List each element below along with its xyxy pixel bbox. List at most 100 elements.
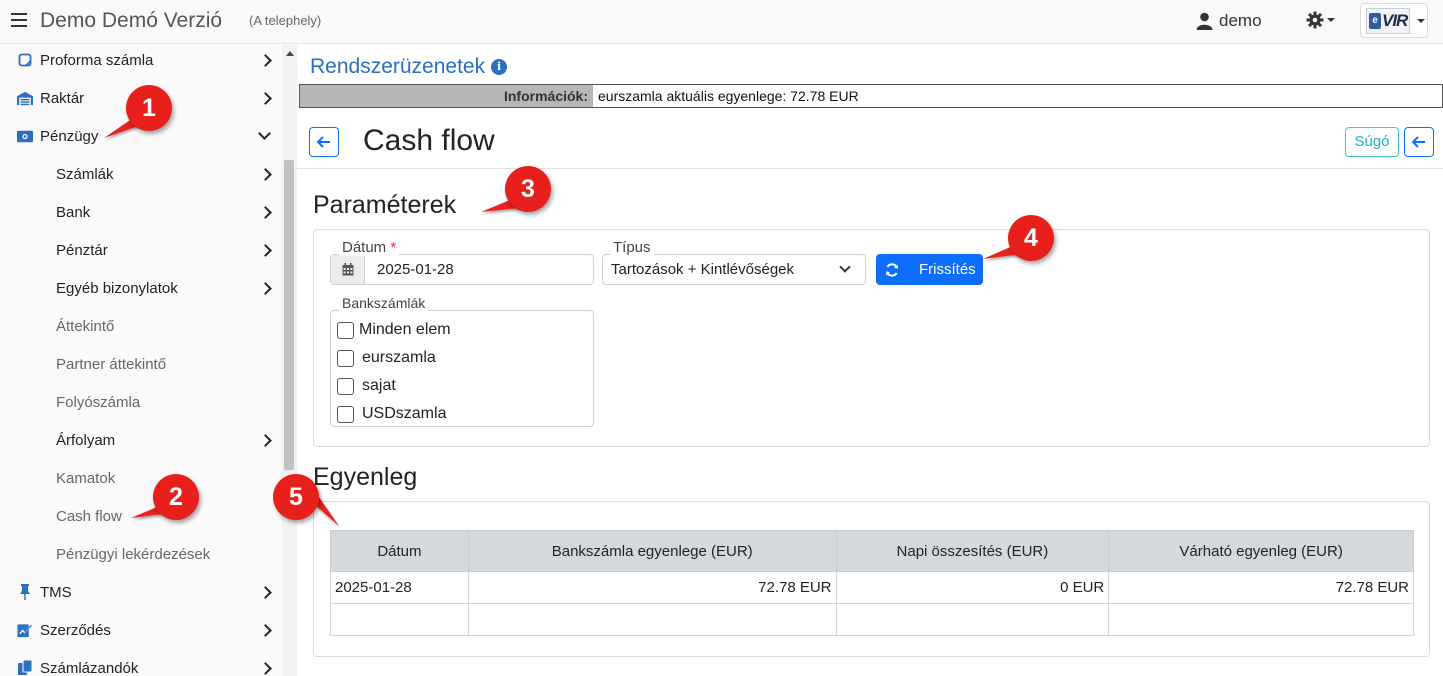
table-row[interactable] (330, 603, 1414, 636)
company-switcher[interactable]: e VIR (1360, 3, 1428, 38)
info-label: Információk: (300, 85, 593, 107)
page-title: Cash flow (363, 124, 495, 157)
date-label: Dátum * (339, 239, 400, 256)
table-cell: 0 EUR (835, 571, 1110, 604)
calendar-icon[interactable] (331, 255, 365, 284)
refresh-icon (886, 262, 898, 277)
parameters-title: Paraméterek (313, 191, 457, 219)
caret-down-icon (1327, 18, 1335, 22)
copy-icon (17, 660, 33, 676)
chevron-right-icon (259, 585, 272, 599)
checkbox[interactable] (337, 349, 354, 367)
sidebar-item-szerzodes[interactable]: Szerződés (0, 611, 282, 649)
chevron-down-icon (839, 261, 851, 273)
chevron-right-icon (259, 623, 272, 637)
column-header[interactable]: Napi összesítés (EUR) (835, 530, 1110, 572)
sidebar-item-label: Szerződés (40, 621, 111, 639)
user-name: demo (1219, 11, 1262, 30)
type-select[interactable]: Tartozások + Kintlévőségek (602, 254, 866, 285)
sidebar-item-egyeb-bizonylatok[interactable]: Egyéb bizonylatok (0, 269, 282, 307)
info-message: eurszamla aktuális egyenlege: 72.78 EUR (598, 88, 859, 104)
contract-icon (17, 622, 33, 638)
sidebar-item-kamatok[interactable]: Kamatok (0, 459, 282, 497)
gear-icon (1306, 11, 1324, 29)
sidebar-item-arfolyam[interactable]: Árfolyam (0, 421, 282, 459)
chevron-right-icon (259, 661, 272, 675)
column-header[interactable]: Várható egyenleg (EUR) (1108, 530, 1414, 572)
sidebar-item-cash-flow[interactable]: Cash flow (0, 497, 282, 535)
arrow-left-icon (1412, 136, 1425, 148)
warehouse-icon (17, 90, 33, 106)
checkbox[interactable] (337, 321, 354, 339)
column-header[interactable]: Dátum (330, 530, 469, 572)
sidebar-item-penztar[interactable]: Pénztár (0, 231, 282, 269)
sidebar-item-label: Proforma számla (40, 51, 154, 69)
sidebar-item-label: Számlázandók (40, 659, 139, 676)
caret-down-icon (1417, 18, 1425, 23)
checkbox[interactable] (337, 405, 354, 423)
sidebar-item-bank[interactable]: Bank (0, 193, 282, 231)
sidebar-item-label: Folyószámla (56, 393, 141, 411)
sidebar-item-label: Cash flow (56, 507, 122, 525)
page-header: Cash flow Súgó (297, 109, 1443, 169)
table-header-row: Dátum Bankszámla egyenlege (EUR) Napi ös… (330, 530, 1414, 572)
sidebar-item-label: Raktár (40, 89, 85, 107)
sidebar-item-szamlazandok[interactable]: Számlázandók (0, 649, 282, 676)
chevron-right-icon (259, 243, 272, 257)
main-content: Rendszerüzenetek i Információk: eurszaml… (297, 45, 1443, 676)
chevron-right-icon (259, 281, 272, 295)
annotation-badge-1: 1 (126, 85, 172, 131)
bank-account-checkbox-row[interactable]: Minden elem (337, 319, 451, 341)
scroll-up-arrow-icon[interactable] (286, 51, 294, 56)
sidebar-item-label: Kamatok (56, 469, 116, 487)
sidebar-scrollbar[interactable] (282, 45, 297, 676)
sidebar-item-partner-attekinto[interactable]: Partner áttekintő (0, 345, 282, 383)
info-icon[interactable]: i (491, 59, 508, 75)
sidebar-item-folyoszamla[interactable]: Folyószámla (0, 383, 282, 421)
table-row[interactable]: 2025-01-28 72.78 EUR 0 EUR 72.78 EUR (330, 571, 1414, 604)
back-button-right[interactable] (1404, 127, 1434, 157)
system-messages-title: Rendszerüzenetek i (310, 55, 508, 79)
sidebar-item-proforma[interactable]: Proforma számla (0, 45, 282, 79)
date-value: 2025-01-28 (377, 261, 454, 278)
sidebar-item-label: Számlák (56, 165, 114, 183)
annotation-badge-3: 3 (505, 166, 551, 212)
refresh-button[interactable]: Frissítés (876, 254, 983, 285)
table-cell (1108, 603, 1414, 636)
bank-account-checkbox-row[interactable]: eurszamla (337, 347, 436, 369)
sidebar-item-penzugyi-lekerdezesek[interactable]: Pénzügyi lekérdezések (0, 535, 282, 573)
table-cell: 72.78 EUR (467, 571, 837, 604)
app-title: Demo Demó Verzió (40, 9, 223, 32)
table-cell: 2025-01-28 (330, 571, 469, 604)
annotation-badge-4: 4 (1008, 215, 1054, 261)
arrow-left-icon (317, 136, 330, 148)
pin-icon (17, 584, 33, 600)
sidebar-item-label: Bank (56, 203, 91, 221)
bank-accounts-group: Minden elem eurszamla sajat USDszamla (330, 310, 594, 427)
type-value: Tartozások + Kintlévőségek (611, 261, 795, 278)
date-field[interactable]: 2025-01-28 (330, 254, 594, 285)
settings-menu[interactable] (1306, 11, 1335, 29)
sidebar-item-label: Pénzügyi lekérdezések (56, 545, 211, 563)
balance-panel: Dátum Bankszámla egyenlege (EUR) Napi ös… (313, 501, 1430, 657)
chevron-right-icon (259, 53, 272, 67)
hamburger-menu-icon[interactable] (11, 13, 27, 27)
user-menu[interactable]: demo (1196, 10, 1262, 32)
checkbox[interactable] (337, 377, 354, 395)
sidebar-item-tms[interactable]: TMS (0, 573, 282, 611)
column-header[interactable]: Bankszámla egyenlege (EUR) (467, 530, 837, 572)
table-cell: 72.78 EUR (1108, 571, 1414, 604)
balance-title: Egyenleg (313, 463, 418, 491)
back-button[interactable] (309, 127, 339, 157)
sidebar-item-szamlak[interactable]: Számlák (0, 155, 282, 193)
bank-account-checkbox-row[interactable]: sajat (337, 375, 396, 397)
chevron-right-icon (259, 167, 272, 181)
table-cell (467, 603, 837, 636)
bank-account-checkbox-row[interactable]: USDszamla (337, 403, 446, 425)
sidebar-item-attekinto[interactable]: Áttekintő (0, 307, 282, 345)
scrollbar-thumb[interactable] (284, 160, 294, 470)
help-button[interactable]: Súgó (1345, 127, 1399, 157)
sidebar-item-label: Árfolyam (56, 431, 116, 449)
annotation-badge-5: 5 (273, 474, 319, 520)
parameters-panel: 2025-01-28 Dátum * Tartozások + Kintlévő… (313, 229, 1430, 447)
